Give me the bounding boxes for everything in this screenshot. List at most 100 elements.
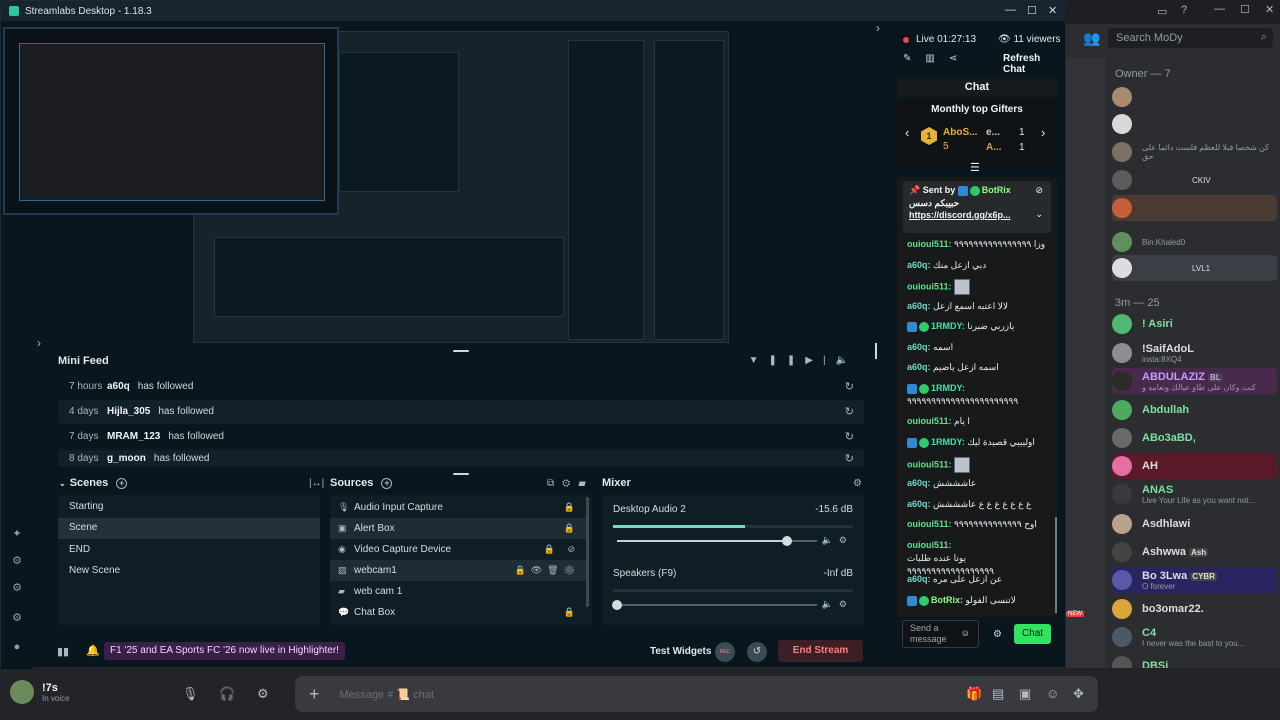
replay-icon[interactable]: ↻ [845,405,854,418]
window-maximize-button[interactable]: ☐ [1027,4,1037,17]
member-item[interactable] [1112,111,1277,137]
test-widgets-button[interactable]: Test Widgets [650,646,711,657]
chat-username[interactable]: 1RMDY: [931,321,965,331]
themes-icon[interactable]: ⚙ [10,581,24,595]
highlighter-banner[interactable]: F1 '25 and EA Sports FC '26 now live in … [104,642,345,660]
member-item[interactable]: Bin.Khaled0 [1112,229,1277,255]
scene-item[interactable]: New Scene [58,561,320,582]
refresh-chat-button[interactable]: Refresh Chat [1003,53,1065,75]
lock-icon[interactable]: 🔒 [564,523,580,534]
window-minimize-button[interactable]: — [1005,4,1016,16]
member-item[interactable]: ABo3aBD, [1112,425,1277,451]
channel-controls[interactable]: 🔈⚙ [822,535,853,546]
chat-username[interactable]: ouioui511: [907,519,952,529]
member-item[interactable]: ABDULAZIZ BL كنت وكان على طاو عيالك ونعام… [1112,368,1277,394]
window-close-button[interactable]: ✕ [1048,4,1057,17]
replay-icon[interactable]: ↻ [845,430,854,443]
add-scene-button[interactable]: + [116,477,128,489]
discord-search-input[interactable]: Search MoDy ⌕ [1108,28,1273,48]
member-list-icon[interactable]: 👥 [1083,30,1100,47]
user-panel[interactable]: !7s In voice [10,680,70,704]
chevron-right-icon[interactable]: › [876,21,880,35]
volume-slider[interactable] [612,600,817,610]
add-source-button[interactable]: + [381,477,393,489]
replay-icon[interactable]: ↻ [845,380,854,393]
source-controls[interactable]: 🔒👁🗑⚙ [515,565,580,576]
chat-username[interactable]: a60q: [907,499,931,509]
app-store-icon[interactable]: ⚙ [10,554,24,568]
member-item[interactable]: CKIV [1112,167,1277,193]
member-item[interactable] [1112,84,1277,110]
source-item[interactable]: ▣ Alert Box 🔒 [330,518,588,539]
collapse-icon[interactable]: ⌄ [59,479,66,488]
scene-item[interactable]: END [58,540,320,561]
member-item[interactable]: bo3omar22. [1112,596,1277,622]
microphone-icon[interactable]: 🎙 [182,686,199,702]
folder-icon[interactable]: ▰ [578,478,594,489]
channel-controls[interactable]: 🔈⚙ [822,599,853,610]
scene-transitions-icon[interactable]: |↔| [309,478,324,489]
member-item[interactable]: AH [1112,453,1277,479]
chat-username[interactable]: 1RMDY: [931,383,965,393]
member-item[interactable] [1112,195,1277,221]
source-item[interactable]: ◉ Video Capture Device 🔒 ⊘ [330,539,588,560]
member-item[interactable]: Asdhlawi [1112,511,1277,537]
gif-icon[interactable]: ▤ [992,686,1004,702]
skip-icon[interactable]: ▶| [805,355,835,366]
member-item[interactable]: C4 I never was the bast to you... [1112,624,1277,650]
chat-username[interactable]: a60q: [907,362,931,372]
sticker-icon[interactable]: ▣ [1019,686,1031,702]
notification-bell-icon[interactable]: 🔔 [86,644,100,657]
mute-icon[interactable]: 🔈 [836,355,858,366]
gift-icon[interactable]: 🎁 [966,686,982,702]
volume-slider[interactable] [617,536,817,546]
profile-icon[interactable]: ● [10,641,24,655]
emoji-icon[interactable]: ☺ [1046,686,1059,701]
stream-preview[interactable] [3,27,729,343]
lock-icon[interactable]: 🔒 [564,607,580,618]
chevron-left-icon[interactable]: ‹ [905,125,909,140]
scene-item-active[interactable]: Scene [58,518,320,539]
highlighter-icon[interactable]: ✦ [10,527,24,541]
volume-knob[interactable] [612,600,622,610]
unpin-icon[interactable]: ⊘ [1035,185,1043,196]
share-icon[interactable]: ⋖ [949,53,971,64]
add-attachment-icon[interactable]: + [309,684,320,705]
chat-username[interactable]: a60q: [907,301,931,311]
sources-scrollbar[interactable] [586,497,589,607]
settings-gear-icon[interactable]: ⚙ [257,686,269,702]
volume-knob[interactable] [782,536,792,546]
chat-username[interactable]: ouioui511: [907,459,952,469]
source-controls[interactable]: 🔒 ⊘ [544,544,580,555]
headphones-icon[interactable]: 🎧 [219,686,235,702]
pinned-message[interactable]: 📌 Sent by BotRix ⊘ حبيبكم دسس https://dis… [903,181,1051,233]
chat-username[interactable]: ouioui511: [907,239,952,249]
chat-username[interactable]: ouioui511: [907,281,952,291]
source-item[interactable]: ▰ web cam 1 [330,581,588,602]
replay-buffer-button[interactable]: ↺ [747,642,767,662]
scene-item[interactable]: Starting [58,497,320,518]
chat-username[interactable]: a60q: [907,260,931,270]
member-item[interactable]: Bo 3Lwa CYBR O forever [1112,567,1277,593]
member-item[interactable]: ! Asiri [1112,311,1277,337]
record-button[interactable]: REC [715,642,735,662]
chat-username[interactable]: a60q: [907,574,931,584]
properties-icon[interactable]: ⚙ [562,478,578,489]
resize-handle-vertical[interactable] [875,343,877,359]
chevron-right-icon[interactable]: › [37,336,41,350]
close-icon[interactable]: ✕ [1265,3,1274,16]
source-item[interactable]: 💬 Chat Box 🔒 [330,602,588,623]
member-item[interactable]: !SaifAdoL insta:8XQ4 [1112,340,1277,366]
mixer-settings-icon[interactable]: ⚙ [853,478,862,489]
emoji-icon[interactable]: ☺ [961,628,970,639]
help-icon[interactable]: ? [1181,4,1187,16]
chat-username[interactable]: a60q: [907,342,931,352]
stats-icon[interactable]: ▮▮ [57,645,69,658]
chat-scrollbar[interactable] [1055,517,1057,613]
source-item[interactable]: ▨ webcam1 🔒👁🗑⚙ [330,560,588,581]
chevron-right-icon[interactable]: › [1041,125,1045,140]
minimize-icon[interactable]: — [1214,3,1225,15]
chat-username[interactable]: BotRix: [931,595,963,605]
settings-icon[interactable]: ⚙ [10,611,24,625]
chat-username[interactable]: a60q: [907,478,931,488]
